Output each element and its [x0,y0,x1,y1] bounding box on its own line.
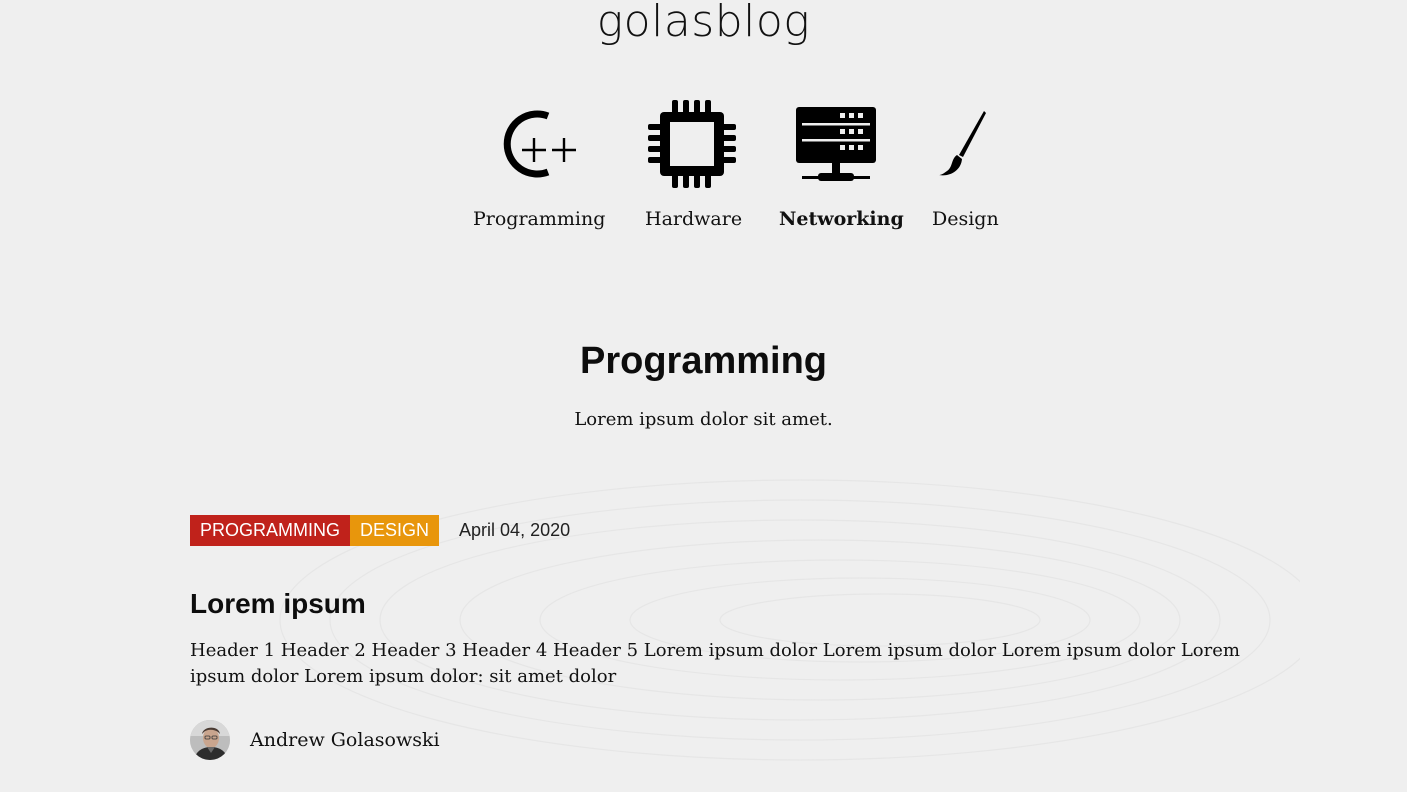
category-design[interactable]: Design [932,98,999,230]
section-title: Programming [579,340,828,382]
post-date: April 04, 2020 [459,520,571,540]
cplusplus-icon [473,98,605,190]
category-label: Design [932,208,999,230]
section-description: Lorem ipsum dolor sit amet. [574,409,833,430]
post-excerpt: Header 1 Header 2 Header 3 Header 4 Head… [190,640,1240,687]
tag-programming[interactable]: PROGRAMMING [190,515,351,546]
tag-design[interactable]: DESIGN [350,515,440,546]
post-card: PROGRAMMING DESIGN April 04, 2020 Lorem … [190,515,1250,760]
category-label: Networking [779,208,904,230]
server-icon [779,98,892,190]
category-label: Hardware [645,208,743,230]
avatar[interactable] [190,720,230,760]
author-name[interactable]: Andrew Golasowski [250,729,440,751]
category-nav: Programming Hardware Networking Design [0,98,1407,248]
site-title[interactable]: golasblog [0,0,1407,47]
category-hardware[interactable]: Hardware [645,98,743,230]
category-programming[interactable]: Programming [473,98,605,230]
post-author: Andrew Golasowski [190,720,1250,760]
post-title[interactable]: Lorem ipsum [190,588,1250,620]
category-label: Programming [473,208,606,230]
post-meta: PROGRAMMING DESIGN April 04, 2020 [190,515,1250,546]
paintbrush-icon [932,98,996,190]
category-networking[interactable]: Networking [779,98,904,230]
chip-icon [645,98,739,190]
